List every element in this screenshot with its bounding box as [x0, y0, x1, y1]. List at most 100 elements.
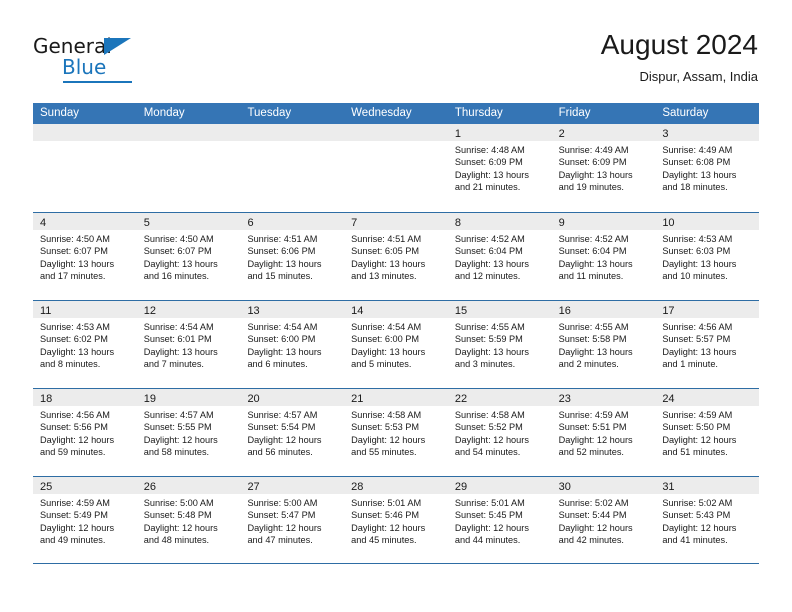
day-cell-4[interactable]: 4 Sunrise: 4:50 AM Sunset: 6:07 PM Daylight…	[33, 213, 137, 300]
day-detail-line: Daylight: 12 hours	[454, 434, 529, 445]
page-title: August 2024	[600, 29, 758, 60]
day-detail-line: Sunrise: 4:53 AM	[40, 322, 110, 332]
day-cell-11[interactable]: 11 Sunrise: 4:53 AM Sunset: 6:02 PM Dayligh…	[33, 301, 137, 388]
day-number-band: 13	[240, 301, 345, 318]
day-number: 20	[247, 393, 260, 405]
weekday-header-sunday: Sunday	[40, 107, 80, 119]
day-detail-line: Sunrise: 4:59 AM	[558, 410, 629, 420]
day-cell-13[interactable]: 13 Sunrise: 4:54 AM Sunset: 6:00 PM Dayligh…	[240, 301, 345, 388]
day-number-band: 6	[240, 213, 345, 230]
day-number: 25	[40, 481, 53, 493]
day-detail-line: Sunset: 6:00 PM	[351, 334, 420, 345]
day-cell-7[interactable]: 7 Sunrise: 4:51 AM Sunset: 6:05 PM Daylight…	[344, 213, 448, 300]
day-number: 24	[662, 393, 675, 405]
weekday-header-monday: Monday	[143, 107, 185, 119]
day-cell-2[interactable]: 2 Sunrise: 4:49 AM Sunset: 6:09 PM Daylight…	[551, 124, 656, 212]
day-cell-19[interactable]: 19 Sunrise: 4:57 AM Sunset: 5:55 PM Dayligh…	[136, 389, 241, 476]
day-cell-24[interactable]: 24 Sunrise: 4:59 AM Sunset: 5:50 PM Dayligh…	[655, 389, 760, 476]
day-number: 19	[143, 393, 156, 405]
day-detail-line: and 8 minutes.	[40, 358, 101, 369]
day-detail-line: Sunset: 6:01 PM	[143, 334, 212, 345]
day-details: Sunrise: 4:59 AM Sunset: 5:51 PM Daylight:…	[552, 406, 656, 458]
day-detail-line: Sunset: 6:00 PM	[247, 334, 316, 345]
day-cell-16[interactable]: 16 Sunrise: 4:55 AM Sunset: 5:58 PM Dayligh…	[551, 301, 656, 388]
day-detail-line: Sunrise: 4:49 AM	[662, 145, 733, 155]
day-cell-28[interactable]: 28 Sunrise: 5:01 AM Sunset: 5:46 PM Dayligh…	[344, 477, 448, 563]
brand-name-general: General	[33, 34, 112, 58]
day-cell-25[interactable]: 25 Sunrise: 4:59 AM Sunset: 5:49 PM Dayligh…	[33, 477, 137, 563]
day-detail-line: Sunset: 5:58 PM	[558, 334, 627, 345]
day-number: 12	[143, 305, 156, 317]
day-number-band: 10	[655, 213, 760, 230]
day-detail-line: Daylight: 13 hours	[143, 346, 218, 357]
day-detail-line: Sunset: 5:56 PM	[40, 422, 108, 433]
day-detail-line: Sunset: 5:53 PM	[351, 422, 420, 433]
day-number-band	[344, 124, 448, 141]
day-cell-8[interactable]: 8 Sunrise: 4:52 AM Sunset: 6:04 PM Daylight…	[447, 213, 552, 300]
day-detail-line: Sunset: 5:54 PM	[247, 422, 316, 433]
day-detail-line: Sunset: 5:57 PM	[662, 334, 731, 345]
day-detail-line: Daylight: 13 hours	[143, 258, 218, 269]
day-detail-line: Sunset: 6:04 PM	[558, 246, 627, 257]
day-detail-line: Sunrise: 4:59 AM	[662, 410, 733, 420]
day-cell-10[interactable]: 10 Sunrise: 4:53 AM Sunset: 6:03 PM Dayligh…	[655, 213, 760, 300]
day-cell-15[interactable]: 15 Sunrise: 4:55 AM Sunset: 5:59 PM Dayligh…	[447, 301, 552, 388]
day-number-band: 2	[551, 124, 656, 141]
day-detail-line: Daylight: 13 hours	[247, 346, 322, 357]
day-detail-line: Sunrise: 4:52 AM	[454, 234, 525, 244]
day-detail-line: Sunset: 5:44 PM	[558, 510, 627, 521]
day-cell-20[interactable]: 20 Sunrise: 4:57 AM Sunset: 5:54 PM Dayligh…	[240, 389, 345, 476]
day-details: Sunrise: 4:48 AM Sunset: 6:09 PM Daylight:…	[448, 141, 552, 193]
day-detail-line: Sunrise: 4:56 AM	[662, 322, 733, 332]
day-detail-line: Daylight: 12 hours	[558, 434, 633, 445]
day-cell-29[interactable]: 29 Sunrise: 5:01 AM Sunset: 5:45 PM Dayligh…	[447, 477, 552, 563]
day-cell-14[interactable]: 14 Sunrise: 4:54 AM Sunset: 6:00 PM Dayligh…	[344, 301, 448, 388]
day-cell-30[interactable]: 30 Sunrise: 5:02 AM Sunset: 5:44 PM Dayligh…	[551, 477, 656, 563]
day-number: 7	[351, 217, 358, 229]
day-details: Sunrise: 5:01 AM Sunset: 5:45 PM Daylight:…	[448, 494, 552, 546]
day-cell-3[interactable]: 3 Sunrise: 4:49 AM Sunset: 6:08 PM Daylight…	[655, 124, 760, 212]
day-detail-line: Sunset: 6:02 PM	[40, 334, 108, 345]
day-number: 15	[454, 305, 468, 317]
day-cell-27[interactable]: 27 Sunrise: 5:00 AM Sunset: 5:47 PM Dayligh…	[240, 477, 345, 563]
day-details: Sunrise: 4:54 AM Sunset: 6:00 PM Daylight:…	[240, 318, 344, 370]
day-detail-line: and 11 minutes.	[558, 270, 624, 281]
day-cell-12[interactable]: 12 Sunrise: 4:54 AM Sunset: 6:01 PM Dayligh…	[136, 301, 241, 388]
brand-logo[interactable]: General Blue	[33, 36, 213, 84]
page-header: General Blue August 2024 Dispur, Assam, …	[0, 0, 792, 103]
day-cell-21[interactable]: 21 Sunrise: 4:58 AM Sunset: 5:53 PM Dayligh…	[344, 389, 448, 476]
day-cell-23[interactable]: 23 Sunrise: 4:59 AM Sunset: 5:51 PM Dayligh…	[551, 389, 656, 476]
day-detail-line: Sunrise: 5:01 AM	[454, 498, 525, 508]
day-detail-line: and 51 minutes.	[662, 446, 728, 457]
day-detail-line: and 56 minutes.	[247, 446, 313, 457]
day-detail-line: Sunrise: 4:52 AM	[558, 234, 629, 244]
day-detail-line: and 55 minutes.	[351, 446, 417, 457]
calendar-week-row: 11 Sunrise: 4:53 AM Sunset: 6:02 PM Dayligh…	[33, 300, 760, 388]
day-cell-18[interactable]: 18 Sunrise: 4:56 AM Sunset: 5:56 PM Dayligh…	[33, 389, 137, 476]
day-number: 30	[558, 481, 571, 493]
day-details: Sunrise: 5:00 AM Sunset: 5:47 PM Daylight:…	[240, 494, 344, 546]
day-cell-1[interactable]: 1 Sunrise: 4:48 AM Sunset: 6:09 PM Daylight…	[447, 124, 552, 212]
day-cell-31[interactable]: 31 Sunrise: 5:02 AM Sunset: 5:43 PM Dayligh…	[655, 477, 760, 563]
day-detail-line: and 54 minutes.	[454, 446, 521, 457]
day-detail-line: Sunset: 5:47 PM	[247, 510, 316, 521]
day-detail-line: Sunrise: 4:59 AM	[40, 498, 110, 508]
day-number: 31	[662, 481, 675, 493]
day-details: Sunrise: 5:00 AM Sunset: 5:48 PM Daylight:…	[137, 494, 241, 546]
day-cell-26[interactable]: 26 Sunrise: 5:00 AM Sunset: 5:48 PM Dayligh…	[136, 477, 241, 563]
day-detail-line: Sunset: 6:04 PM	[454, 246, 523, 257]
day-cell-6[interactable]: 6 Sunrise: 4:51 AM Sunset: 6:06 PM Daylight…	[240, 213, 345, 300]
day-cell-5[interactable]: 5 Sunrise: 4:50 AM Sunset: 6:07 PM Daylight…	[136, 213, 241, 300]
day-number: 8	[454, 217, 461, 229]
day-detail-line: Daylight: 12 hours	[351, 522, 426, 533]
day-detail-line: Sunrise: 4:55 AM	[454, 322, 525, 332]
day-cell-9[interactable]: 9 Sunrise: 4:52 AM Sunset: 6:04 PM Daylight…	[551, 213, 656, 300]
day-detail-line: Daylight: 13 hours	[40, 346, 115, 357]
day-cell-17[interactable]: 17 Sunrise: 4:56 AM Sunset: 5:57 PM Dayligh…	[655, 301, 760, 388]
day-detail-line: and 49 minutes.	[40, 534, 106, 545]
day-details: Sunrise: 4:59 AM Sunset: 5:49 PM Daylight:…	[33, 494, 137, 546]
day-detail-line: and 52 minutes.	[558, 446, 624, 457]
calendar-page: General Blue August 2024 Dispur, Assam, …	[0, 0, 792, 612]
day-detail-line: Sunset: 5:46 PM	[351, 510, 420, 521]
day-cell-22[interactable]: 22 Sunrise: 4:58 AM Sunset: 5:52 PM Dayligh…	[447, 389, 552, 476]
